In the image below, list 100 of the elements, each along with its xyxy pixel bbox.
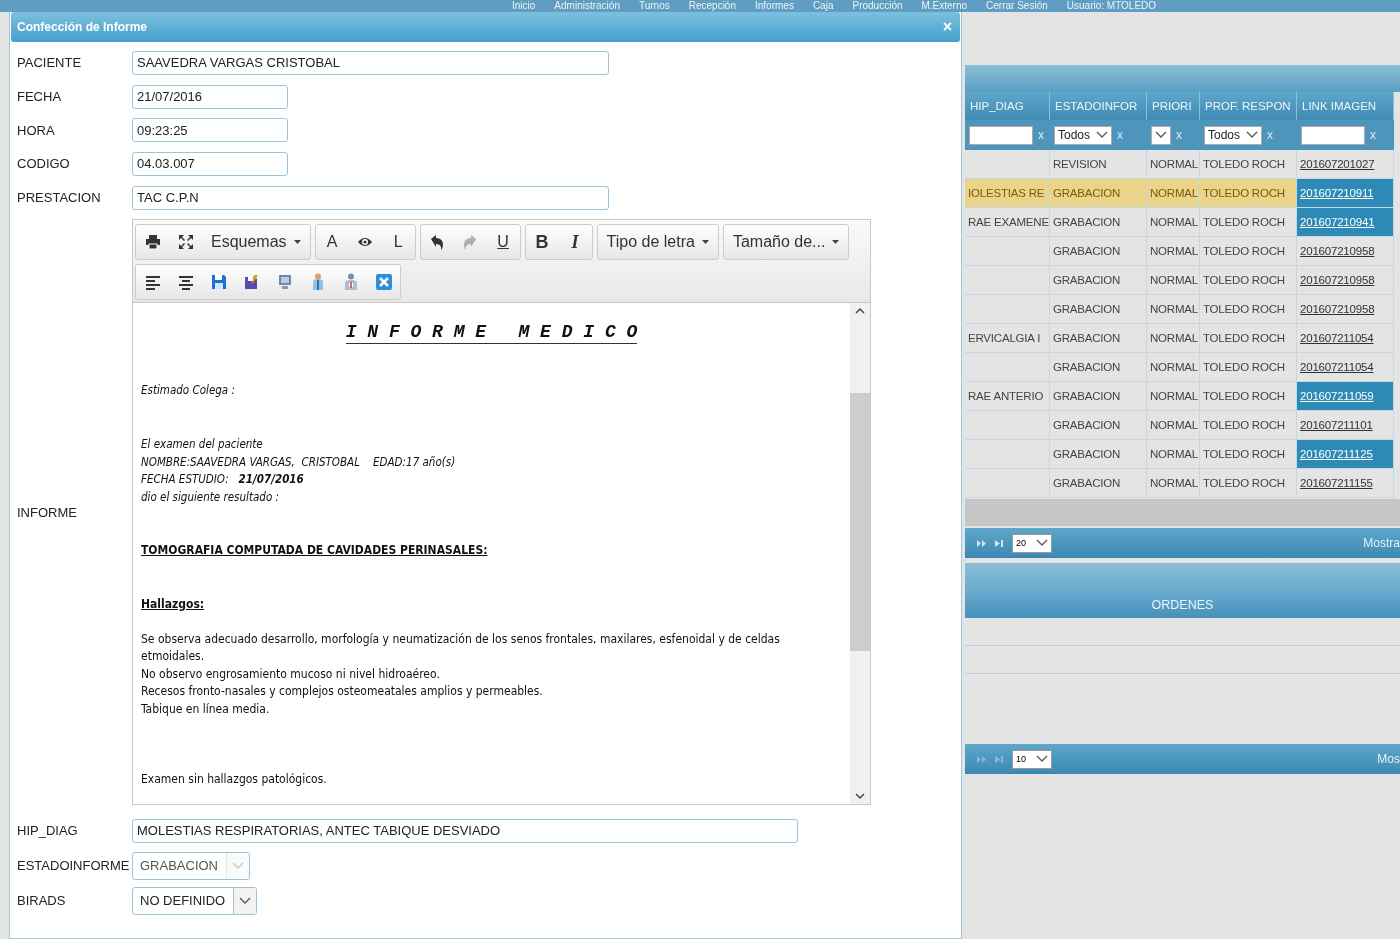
format-button[interactable]: A bbox=[315, 225, 349, 260]
field-label: FECHA bbox=[17, 89, 63, 105]
image-link[interactable]: 201607210911 bbox=[1300, 187, 1374, 199]
text-line: No observo engrosamiento mucoso ni nivel hidroaéreo. bbox=[141, 665, 441, 683]
pager-info: Mos bbox=[1377, 752, 1400, 766]
filter-select[interactable]: Todos bbox=[1054, 125, 1113, 145]
table-cell: TOLEDO ROCH bbox=[1200, 382, 1297, 411]
table-cell: GRABACION bbox=[1050, 295, 1147, 324]
image-link[interactable]: 201607211125 bbox=[1300, 448, 1373, 460]
dropdown-button[interactable]: Tamaño de... bbox=[723, 225, 849, 260]
italic-button[interactable]: I bbox=[558, 225, 592, 260]
table-cell: RAE ANTERIO bbox=[965, 382, 1050, 411]
table-cell: TOLEDO ROCH bbox=[1200, 266, 1297, 295]
table-cell: NORMAL bbox=[1147, 179, 1200, 208]
image-link[interactable]: 201607211059 bbox=[1300, 390, 1374, 402]
filter-input[interactable] bbox=[969, 125, 1033, 145]
print-icon bbox=[144, 234, 161, 251]
table-cell: TOLEDO ROCH bbox=[1200, 353, 1297, 382]
save-icon bbox=[210, 274, 227, 291]
image-link[interactable]: 201607210958 bbox=[1300, 245, 1375, 257]
filter-select[interactable]: Todos bbox=[1204, 125, 1263, 145]
table-cell: TOLEDO ROCH bbox=[1200, 440, 1297, 469]
table-cell: NORMAL bbox=[1147, 295, 1200, 324]
section-heading: TOMOGRAFIA COMPUTADA DE CAVIDADES PERINASALES: bbox=[141, 542, 489, 560]
field-label: ESTADOINFORME bbox=[17, 858, 131, 874]
filter-input[interactable] bbox=[1301, 125, 1365, 145]
patient-icon bbox=[342, 273, 359, 292]
image-link[interactable]: 201607211101 bbox=[1300, 419, 1373, 431]
table-cell: GRABACION bbox=[1050, 353, 1147, 382]
text-line: Estimado Colega : bbox=[141, 382, 236, 400]
field-label: PACIENTE bbox=[17, 55, 83, 71]
table-cell: NORMAL bbox=[1147, 353, 1200, 382]
input-field[interactable]: MOLESTIAS RESPIRATORIAS, ANTEC TABIQUE DESVIADO bbox=[132, 818, 798, 843]
chevron-down-icon bbox=[1096, 131, 1109, 139]
table-cell: NORMAL bbox=[1147, 411, 1200, 440]
save-as-icon bbox=[243, 274, 260, 291]
caret-icon bbox=[701, 240, 709, 245]
doctor-icon bbox=[310, 273, 325, 292]
input-field[interactable]: 09:23:25 bbox=[132, 118, 288, 143]
input-field[interactable]: TAC C.P.N bbox=[132, 185, 609, 210]
image-link[interactable]: 201607211054 bbox=[1300, 332, 1374, 344]
filter-select[interactable] bbox=[1151, 125, 1171, 145]
table-cell: GRABACION bbox=[1050, 237, 1147, 266]
field-label: BIRADS bbox=[17, 893, 67, 909]
table-cell: TOLEDO ROCH bbox=[1200, 179, 1297, 208]
chevron-down-icon bbox=[1036, 755, 1048, 763]
dropdown-button[interactable]: Tipo de letra bbox=[597, 225, 718, 260]
redo-icon bbox=[463, 234, 478, 251]
dialog-title: Confección de Informe bbox=[17, 20, 147, 34]
text-line: Tabique en línea media. bbox=[141, 700, 271, 718]
bold-button[interactable]: B bbox=[525, 225, 559, 260]
table-cell: GRABACION bbox=[1050, 208, 1147, 237]
input-field[interactable]: SAAVEDRA VARGAS CRISTOBAL bbox=[132, 50, 609, 75]
page-size-select[interactable]: 20 bbox=[1012, 533, 1052, 553]
table-cell: GRABACION bbox=[1050, 179, 1147, 208]
next-page-icon[interactable] bbox=[977, 539, 987, 547]
chevron-down-icon bbox=[1246, 131, 1259, 139]
image-link[interactable]: 201607211155 bbox=[1300, 477, 1373, 489]
text-line: Se observa adecuado desarrollo, morfología y neumatización de los senos frontales, maxilares, esfenoidal y de celdas etmoidales. bbox=[141, 630, 781, 666]
orders-title: ORDENES bbox=[1151, 598, 1214, 612]
fullscreen-icon bbox=[177, 234, 194, 251]
select-field[interactable]: NO DEFINIDO bbox=[132, 886, 258, 915]
table-cell: NORMAL bbox=[1147, 324, 1200, 353]
image-link[interactable]: 201607201027 bbox=[1300, 158, 1375, 170]
field-label: HORA bbox=[17, 122, 56, 138]
text-line: El examen del paciente bbox=[141, 436, 264, 454]
text-line: NOMBRE:SAAVEDRA VARGAS, CRISTOBAL EDAD:17 año(s) bbox=[141, 453, 457, 471]
table-cell: TOLEDO ROCH bbox=[1200, 208, 1297, 237]
chevron-down-icon bbox=[1155, 131, 1167, 139]
field-label: CODIGO bbox=[17, 156, 71, 172]
monitor-icon bbox=[276, 274, 293, 291]
input-field[interactable]: 21/07/2016 bbox=[132, 84, 288, 109]
field-label: HIP_DIAG bbox=[17, 823, 79, 839]
image-link[interactable]: 201607210941 bbox=[1300, 216, 1375, 228]
close-icon bbox=[375, 274, 392, 291]
text-line: dio el siguiente resultado : bbox=[141, 488, 280, 506]
chevron-down-icon bbox=[239, 896, 252, 905]
dropdown-button[interactable]: Esquemas bbox=[202, 225, 310, 260]
chevron-down-icon bbox=[1036, 539, 1048, 547]
undo-icon bbox=[430, 234, 445, 251]
text-line: Recesos fronto-nasales y complejos osteomeatales amplios y permeables. bbox=[141, 683, 544, 701]
align-left-icon bbox=[144, 274, 161, 291]
page-size-select[interactable]: 10 bbox=[1012, 749, 1052, 769]
table-cell: IOLESTIAS RE bbox=[965, 179, 1050, 208]
scroll-down-icon[interactable] bbox=[855, 793, 865, 801]
underline-button[interactable]: U bbox=[486, 225, 520, 260]
scroll-up-icon[interactable] bbox=[855, 307, 865, 315]
table-cell: NORMAL bbox=[1147, 440, 1200, 469]
table-cell: GRABACION bbox=[1050, 440, 1147, 469]
image-link[interactable]: 201607211054 bbox=[1300, 361, 1374, 373]
text-line: Examen sin hallazgos patológicos. bbox=[141, 770, 328, 788]
scrollbar[interactable] bbox=[850, 303, 870, 805]
last-page-icon[interactable] bbox=[995, 539, 1004, 547]
table-cell: REVISION bbox=[1050, 150, 1147, 179]
input-field[interactable]: 04.03.007 bbox=[132, 151, 288, 176]
image-link[interactable]: 201607210958 bbox=[1300, 274, 1375, 286]
caret-icon bbox=[832, 240, 840, 245]
image-link[interactable]: 201607210958 bbox=[1300, 303, 1375, 315]
format-button[interactable]: L bbox=[381, 225, 415, 260]
table-cell: GRABACION bbox=[1050, 469, 1147, 498]
